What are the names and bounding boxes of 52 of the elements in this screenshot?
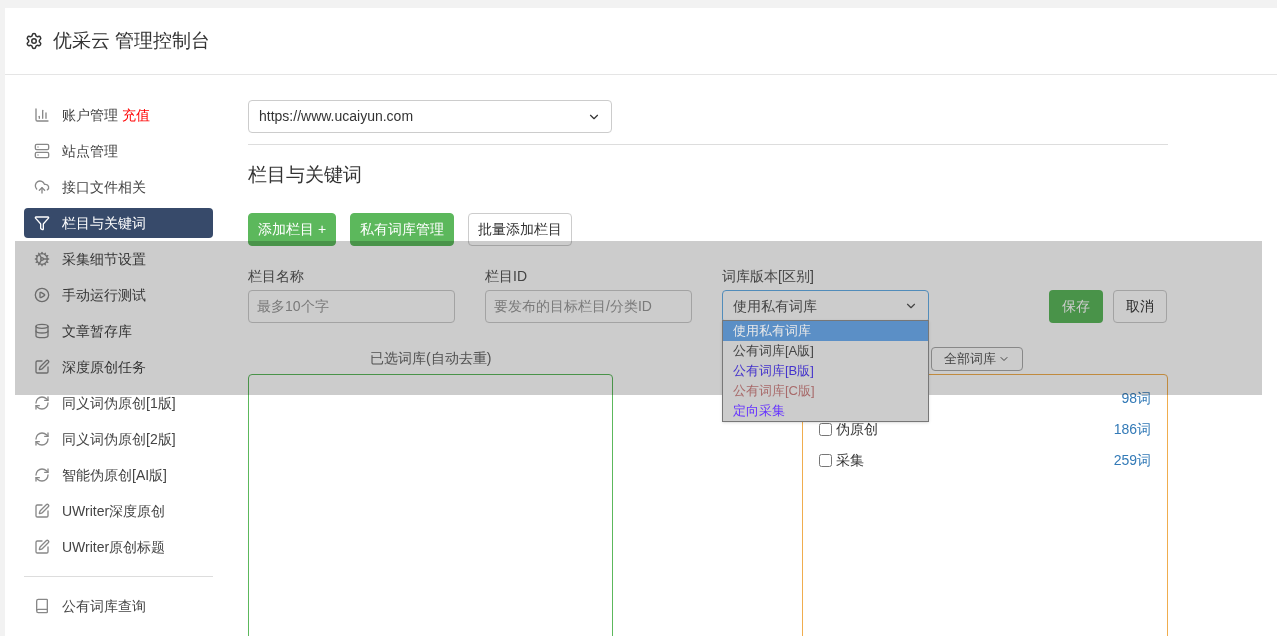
server-icon — [34, 143, 50, 159]
sidebar-item[interactable]: UWriter深度原创 — [24, 496, 213, 526]
library-name: 采集 — [836, 451, 864, 470]
refresh-icon — [34, 395, 50, 411]
text-input[interactable]: 要发布的目标栏目/分类ID — [485, 289, 692, 323]
app-title: 优采云 管理控制台 — [53, 28, 211, 53]
gears-icon — [34, 251, 50, 267]
library-name: 伪原创 — [836, 420, 878, 439]
sidebar-item[interactable]: 公有词库查询 — [24, 591, 213, 621]
default-button[interactable]: 批量添加栏目 — [468, 212, 573, 246]
book-icon — [34, 598, 50, 614]
sidebar-item[interactable]: UWriter原创标题 — [24, 532, 213, 562]
edit-icon — [34, 539, 50, 555]
sidebar-item[interactable]: 站点管理 — [24, 136, 213, 166]
sidebar-item[interactable]: 智能伪原创[AI版] — [24, 460, 213, 490]
edit-icon — [34, 503, 50, 519]
text-input[interactable]: 最多10个字 — [248, 289, 455, 323]
sidebar-item[interactable]: 接口文件相关 — [24, 172, 213, 202]
dropdown-option[interactable]: 定向采集 — [723, 400, 928, 421]
word-count-link[interactable]: 186词 — [1113, 419, 1151, 440]
sidebar-item[interactable]: 采集细节设置 — [24, 244, 213, 274]
sidebar-item[interactable]: 同义词伪原创[2版] — [24, 424, 213, 454]
dropdown-option[interactable]: 公有词库[B版] — [723, 360, 928, 381]
sidebar-item[interactable]: 账户管理 充值 — [24, 100, 213, 130]
sidebar-item[interactable]: 深度原创任务 — [24, 352, 213, 382]
recharge-link[interactable]: 充值 — [122, 106, 150, 123]
library-checkbox[interactable] — [819, 423, 832, 436]
library-filter-select[interactable]: 全部词库 — [931, 346, 1024, 371]
cancel-button[interactable]: 取消 — [1113, 289, 1167, 323]
bar-chart-icon — [34, 107, 50, 123]
refresh-icon — [34, 467, 50, 483]
field-label: 已选词库(自动去重) — [370, 349, 492, 368]
word-count-link[interactable]: 98词 — [1121, 388, 1151, 409]
edit-icon — [34, 359, 50, 375]
database-icon — [34, 323, 50, 339]
filter-icon — [34, 215, 50, 231]
dropdown-option[interactable]: 公有词库[A版] — [723, 340, 928, 361]
sidebar-item[interactable]: 文章暂存库 — [24, 316, 213, 346]
sidebar-item[interactable]: 手动运行测试 — [24, 280, 213, 310]
library-checkbox[interactable] — [819, 454, 832, 467]
field-label: 栏目名称 — [248, 266, 305, 286]
settings-icon — [25, 32, 43, 50]
play-icon — [34, 287, 50, 303]
sidebar-item[interactable]: 同义词伪原创[1版] — [24, 388, 213, 418]
refresh-icon — [34, 431, 50, 447]
section-title: 栏目与关键词 — [248, 163, 363, 187]
field-label: 词库版本[区别] — [722, 266, 815, 286]
word-count-link[interactable]: 259词 — [1113, 450, 1151, 471]
site-select[interactable]: https://www.ucaiyun.com — [248, 100, 612, 133]
sidebar-item[interactable]: 栏目与关键词 — [24, 208, 213, 238]
field-label: 栏目ID — [485, 266, 528, 286]
cloud-upload-icon — [34, 179, 50, 195]
